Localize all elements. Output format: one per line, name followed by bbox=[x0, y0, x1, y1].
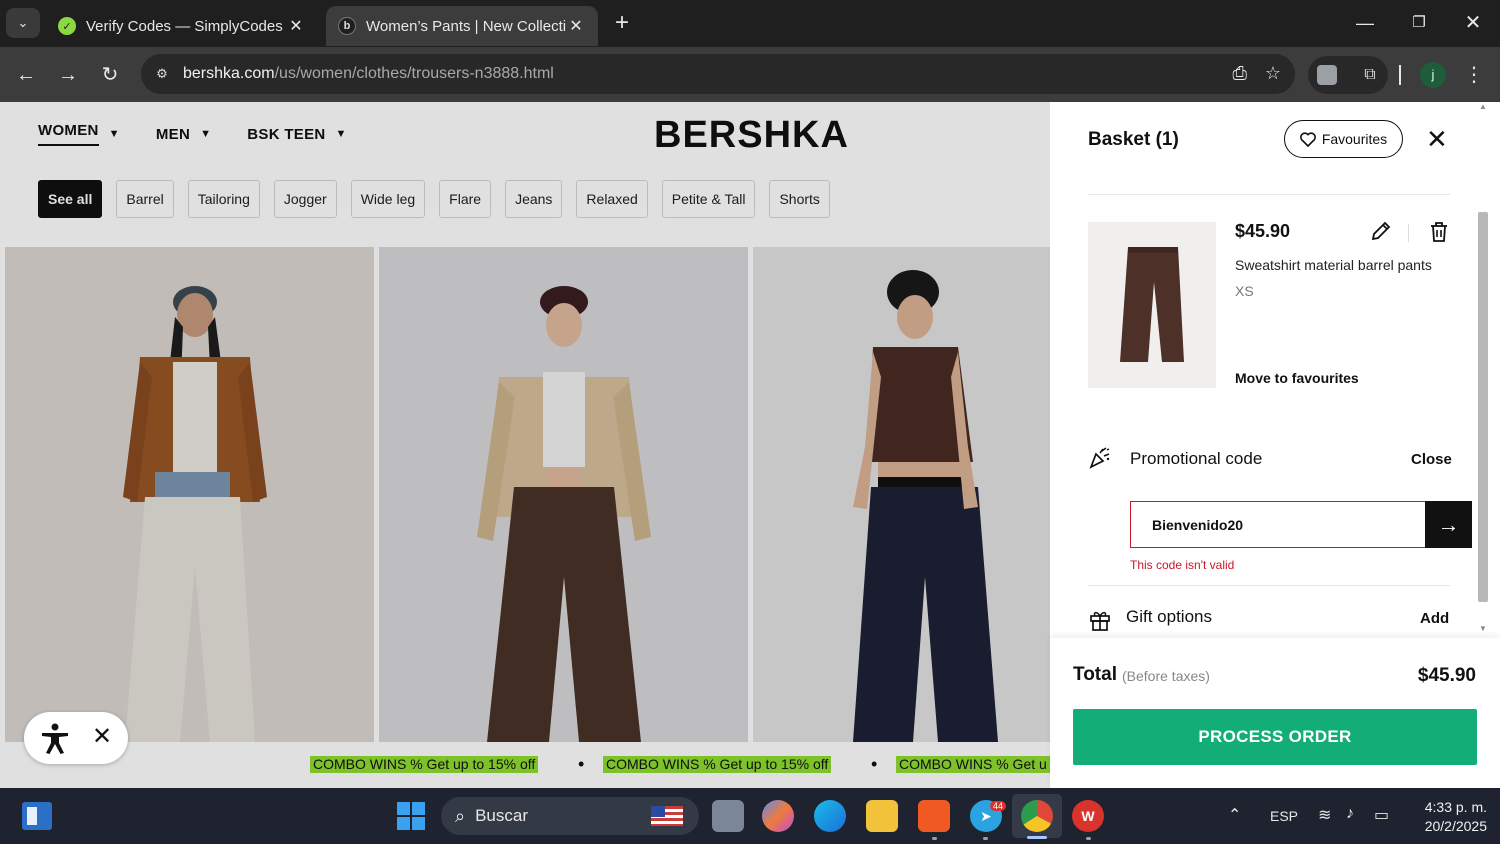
puzzle-icon[interactable]: ⧉ bbox=[1360, 65, 1380, 85]
file-explorer-icon[interactable] bbox=[866, 800, 898, 832]
url-path: /us/women/clothes/trousers-n3888.html bbox=[274, 65, 554, 82]
restore-icon[interactable]: ❐ bbox=[1404, 10, 1434, 36]
notification-badge: 44 bbox=[990, 801, 1007, 811]
modal-backdrop[interactable] bbox=[0, 102, 1050, 788]
close-icon[interactable]: ✕ bbox=[1426, 126, 1448, 152]
taskbar-search[interactable]: ⌕ Buscar bbox=[441, 797, 699, 835]
total-label: Total bbox=[1073, 664, 1117, 685]
active-indicator bbox=[1027, 836, 1047, 839]
running-indicator bbox=[983, 837, 988, 840]
promo-code-label: Promotional code bbox=[1130, 449, 1263, 468]
pencil-icon[interactable] bbox=[1370, 220, 1392, 242]
promo-close-link[interactable]: Close bbox=[1411, 451, 1452, 468]
move-to-favourites-link[interactable]: Move to favourites bbox=[1235, 370, 1359, 386]
task-view-icon[interactable] bbox=[712, 800, 744, 832]
party-popper-icon bbox=[1089, 447, 1110, 469]
pants-image bbox=[1120, 247, 1184, 362]
toolbar-divider bbox=[1399, 65, 1401, 85]
arrow-right-icon: → bbox=[1437, 511, 1460, 537]
wps-office-icon[interactable]: W bbox=[1072, 800, 1104, 832]
chrome-icon[interactable] bbox=[1021, 800, 1053, 832]
scrollbar-thumb[interactable] bbox=[1478, 212, 1488, 602]
divider bbox=[1088, 194, 1450, 195]
basket-panel: Basket (1) Favourites ✕ ▲ ▼ $45.90 Sweat… bbox=[1050, 102, 1500, 788]
basket-title: Basket (1) bbox=[1088, 129, 1179, 150]
heart-icon bbox=[1299, 131, 1316, 147]
divider bbox=[1408, 224, 1409, 242]
extension-icon[interactable] bbox=[1317, 65, 1337, 85]
running-indicator bbox=[1086, 837, 1091, 840]
flag-icon bbox=[651, 806, 683, 826]
gift-icon bbox=[1090, 611, 1110, 631]
new-tab-button[interactable]: + bbox=[608, 10, 636, 38]
windows-start-icon[interactable] bbox=[397, 802, 425, 830]
gift-add-link[interactable]: Add bbox=[1420, 610, 1449, 627]
reload-icon[interactable]: ↻ bbox=[96, 61, 124, 89]
taskbar: ⌕ Buscar ➤ 44 W ⌃ ESP ≋ ♪ ▭ 4:33 p. m. 2… bbox=[0, 788, 1500, 844]
accessibility-icon[interactable] bbox=[38, 721, 72, 755]
brave-icon[interactable] bbox=[918, 800, 950, 832]
tab-title: Verify Codes — SimplyCodes bbox=[86, 17, 283, 35]
simplycodes-icon: ✓ bbox=[58, 17, 76, 35]
clock-date: 20/2/2025 bbox=[1424, 818, 1487, 834]
item-size: XS bbox=[1235, 283, 1254, 299]
item-price: $45.90 bbox=[1235, 221, 1291, 241]
tab-bershka[interactable]: b Women’s Pants | New Collection ✕ bbox=[326, 6, 598, 46]
accessibility-widget: ✕ bbox=[24, 712, 128, 764]
item-thumbnail[interactable] bbox=[1088, 222, 1216, 388]
extensions-group: ⧉ bbox=[1308, 56, 1388, 94]
web-page: WOMEN ▼ MEN ▼ BSK TEEN ▼ BERSHKA See all… bbox=[0, 102, 1500, 788]
total-value: $45.90 bbox=[1417, 665, 1476, 686]
gift-options-label: Gift options bbox=[1126, 607, 1212, 626]
tab-close-icon[interactable]: ✕ bbox=[566, 16, 586, 36]
search-icon: ⌕ bbox=[455, 805, 466, 826]
browser-tab-bar: ⌄ ✓ Verify Codes — SimplyCodes ✕ b Women… bbox=[0, 0, 1500, 47]
favourites-button[interactable]: Favourites bbox=[1284, 120, 1403, 158]
profile-avatar[interactable]: j bbox=[1420, 62, 1446, 88]
widgets-icon[interactable] bbox=[22, 802, 52, 830]
promo-error-message: This code isn't valid bbox=[1130, 558, 1235, 572]
volume-icon[interactable]: ♪ bbox=[1346, 805, 1354, 823]
battery-icon[interactable]: ▭ bbox=[1374, 805, 1389, 825]
promo-submit-button[interactable]: → bbox=[1425, 501, 1472, 548]
divider bbox=[1088, 585, 1450, 586]
forward-arrow-icon[interactable]: → bbox=[54, 61, 82, 89]
copilot-icon[interactable] bbox=[762, 800, 794, 832]
promo-code-input[interactable] bbox=[1130, 501, 1426, 548]
system-clock[interactable]: 4:33 p. m. 20/2/2025 bbox=[1405, 798, 1487, 836]
browser-toolbar: ← → ↻ ⚙ bershka.com/us/women/clothes/tro… bbox=[0, 47, 1500, 102]
window-close-icon[interactable]: ✕ bbox=[1458, 10, 1488, 36]
url-host: bershka.com bbox=[183, 65, 275, 82]
tab-search-button[interactable]: ⌄ bbox=[6, 8, 40, 38]
more-menu-icon[interactable]: ⋮ bbox=[1464, 61, 1484, 89]
scroll-down-icon[interactable]: ▼ bbox=[1479, 624, 1487, 633]
process-order-button[interactable]: PROCESS ORDER bbox=[1073, 709, 1477, 765]
install-app-icon[interactable]: ⎙ bbox=[1232, 63, 1246, 84]
close-icon[interactable]: ✕ bbox=[92, 722, 112, 751]
tab-simplycodes[interactable]: ✓ Verify Codes — SimplyCodes ✕ bbox=[46, 6, 318, 46]
tab-close-icon[interactable]: ✕ bbox=[286, 16, 306, 36]
total-note: (Before taxes) bbox=[1122, 668, 1210, 684]
item-name[interactable]: Sweatshirt material barrel pants bbox=[1235, 257, 1432, 273]
trash-icon[interactable] bbox=[1428, 220, 1450, 244]
address-bar[interactable]: ⚙ bershka.com/us/women/clothes/trousers-… bbox=[141, 54, 1295, 94]
edge-icon[interactable] bbox=[814, 800, 846, 832]
minimize-icon[interactable]: — bbox=[1350, 10, 1380, 36]
bershka-icon: b bbox=[338, 17, 356, 35]
tab-title: Women’s Pants | New Collection bbox=[366, 17, 566, 35]
search-placeholder: Buscar bbox=[475, 806, 529, 825]
wifi-icon[interactable]: ≋ bbox=[1318, 805, 1331, 825]
site-info-icon[interactable]: ⚙ bbox=[151, 63, 173, 85]
running-indicator bbox=[932, 837, 937, 840]
checkout-footer: Total (Before taxes) $45.90 PROCESS ORDE… bbox=[1050, 638, 1500, 788]
favourites-label: Favourites bbox=[1321, 131, 1388, 147]
language-indicator[interactable]: ESP bbox=[1270, 808, 1298, 824]
scroll-up-icon[interactable]: ▲ bbox=[1479, 102, 1487, 111]
chevron-up-icon[interactable]: ⌃ bbox=[1228, 805, 1241, 825]
bookmark-star-icon[interactable]: ☆ bbox=[1265, 63, 1281, 84]
back-arrow-icon[interactable]: ← bbox=[12, 61, 40, 89]
clock-time: 4:33 p. m. bbox=[1424, 799, 1487, 815]
